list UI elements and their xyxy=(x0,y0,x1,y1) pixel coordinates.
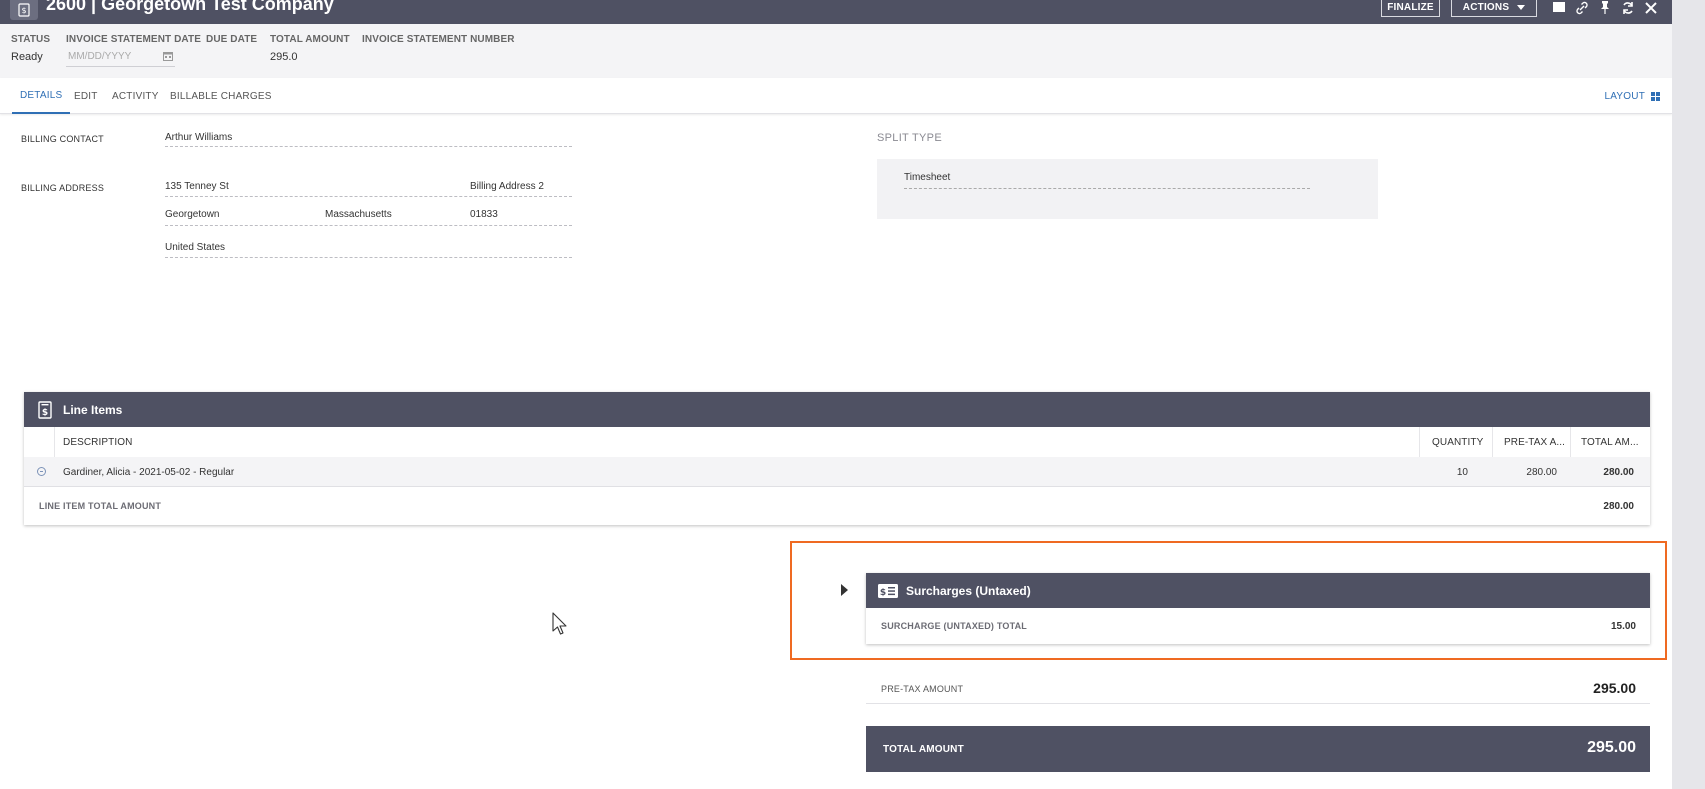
statement-date-field: INVOICE STATEMENT DATE MM/DD/YYYY xyxy=(66,34,201,67)
surcharges-header: $ Surcharges (Untaxed) xyxy=(866,573,1650,608)
line-items-panel: $ Line Items DESCRIPTION QUANTITY PRE-TA… xyxy=(24,392,1650,525)
address-line1-field[interactable]: 135 Tenney St xyxy=(165,181,229,192)
statement-date-placeholder: MM/DD/YYYY xyxy=(68,51,132,62)
address-line2-field[interactable]: Billing Address 2 xyxy=(470,181,544,192)
line-items-header: $ Line Items xyxy=(24,392,1650,427)
tab-details[interactable]: DETAILS xyxy=(12,78,71,114)
split-type-box: Timesheet xyxy=(877,159,1378,219)
pin-icon[interactable] xyxy=(1597,0,1613,16)
close-icon[interactable] xyxy=(1643,0,1659,16)
line-item-total-value: 280.00 xyxy=(1603,501,1634,512)
column-header-pretax[interactable]: PRE-TAX A... xyxy=(1504,427,1565,457)
split-type-underline xyxy=(904,188,1310,189)
statement-date-input[interactable]: MM/DD/YYYY xyxy=(66,49,175,67)
line-item-total-row: LINE ITEM TOTAL AMOUNT 280.00 xyxy=(24,487,1650,525)
scroll-gutter xyxy=(1672,0,1705,789)
actions-label: ACTIONS xyxy=(1462,2,1510,13)
zip-field[interactable]: 01833 xyxy=(470,209,498,220)
title-bar: $ 2600 | Georgetown Test Company FINALIZ… xyxy=(0,0,1672,24)
due-date-label: DUE DATE xyxy=(206,34,258,45)
tab-activity[interactable]: ACTIVITY xyxy=(104,78,167,114)
mouse-cursor-icon xyxy=(552,612,568,636)
column-header-total[interactable]: TOTAL AM... xyxy=(1581,427,1639,457)
total-amount-bar: TOTAL AMOUNT 295.00 xyxy=(866,726,1650,772)
layout-button[interactable]: LAYOUT xyxy=(1605,78,1660,114)
billing-contact-label: BILLING CONTACT xyxy=(21,134,104,144)
column-divider xyxy=(54,427,55,457)
invoice-header: STATUS Ready INVOICE STATEMENT DATE MM/D… xyxy=(0,24,1672,78)
address-line1-underline xyxy=(165,196,572,197)
table-row[interactable]: Gardiner, Alicia - 2021-05-02 - Regular … xyxy=(24,457,1650,487)
row-pretax: 280.00 xyxy=(1526,466,1557,478)
statement-date-label: INVOICE STATEMENT DATE xyxy=(66,34,201,45)
country-underline xyxy=(165,257,572,258)
link-icon[interactable] xyxy=(1574,0,1590,16)
line-items-title: Line Items xyxy=(63,402,123,417)
caret-right-icon[interactable] xyxy=(841,584,848,596)
layout-label: LAYOUT xyxy=(1604,90,1645,102)
surcharges-panel: $ Surcharges (Untaxed) SURCHARGE (UNTAXE… xyxy=(866,573,1650,644)
statement-number-label: INVOICE STATEMENT NUMBER xyxy=(362,34,515,45)
billing-address-label: BILLING ADDRESS xyxy=(21,183,105,193)
tab-edit[interactable]: EDIT xyxy=(66,78,106,114)
status-label: STATUS xyxy=(11,34,51,45)
refresh-icon[interactable] xyxy=(1620,0,1636,16)
billing-contact-field[interactable]: Arthur Williams xyxy=(165,132,232,143)
column-divider xyxy=(1419,427,1420,457)
column-header-description[interactable]: DESCRIPTION xyxy=(63,427,132,457)
column-divider xyxy=(1492,427,1493,457)
expand-row-icon[interactable] xyxy=(37,467,46,476)
grid-icon xyxy=(1651,91,1660,101)
chevron-down-icon xyxy=(1517,5,1526,10)
row-total: 280.00 xyxy=(1603,466,1634,478)
country-field[interactable]: United States xyxy=(165,242,225,253)
statement-number-field: INVOICE STATEMENT NUMBER xyxy=(362,34,515,51)
total-amount-field: TOTAL AMOUNT 295.0 xyxy=(270,34,350,63)
finalize-button[interactable]: FINALIZE xyxy=(1381,0,1440,17)
line-item-total-label: LINE ITEM TOTAL AMOUNT xyxy=(39,501,162,511)
pretax-amount-label: PRE-TAX AMOUNT xyxy=(881,684,964,694)
row-description: Gardiner, Alicia - 2021-05-02 - Regular xyxy=(63,466,235,478)
due-date-field: DUE DATE xyxy=(206,34,257,51)
state-field[interactable]: Massachusetts xyxy=(325,209,392,220)
split-type-label: SPLIT TYPE xyxy=(877,132,942,144)
invoice-icon: $ xyxy=(10,0,38,20)
invoice-icon: $ xyxy=(36,400,54,420)
row-quantity: 10 xyxy=(1456,466,1468,478)
status-value: Ready xyxy=(11,51,43,63)
money-list-icon: $ xyxy=(878,581,898,601)
svg-text:$: $ xyxy=(21,6,26,15)
total-amount-bar-value: 295.00 xyxy=(1587,739,1636,756)
window-title: 2600 | Georgetown Test Company xyxy=(46,0,334,14)
billing-contact-underline xyxy=(165,146,572,147)
tab-billable-charges[interactable]: BILLABLE CHARGES xyxy=(162,78,280,114)
tab-bar: DETAILS EDIT ACTIVITY BILLABLE CHARGES L… xyxy=(0,78,1672,114)
total-amount-value: 295.0 xyxy=(270,51,298,63)
surcharge-total-label: SURCHARGE (UNTAXED) TOTAL xyxy=(881,621,1027,631)
column-header-quantity[interactable]: QUANTITY xyxy=(1432,427,1483,457)
split-type-value[interactable]: Timesheet xyxy=(904,172,950,183)
status-field: STATUS Ready xyxy=(11,34,50,63)
surcharge-total-value: 15.00 xyxy=(1610,621,1636,632)
city-underline xyxy=(165,225,572,226)
column-divider xyxy=(1570,427,1571,457)
svg-text:$: $ xyxy=(880,588,886,598)
actions-button[interactable]: ACTIONS xyxy=(1451,0,1537,17)
pretax-amount-row: PRE-TAX AMOUNT 295.00 xyxy=(866,680,1650,704)
city-field[interactable]: Georgetown xyxy=(165,209,219,220)
total-amount-bar-label: TOTAL AMOUNT xyxy=(883,744,964,755)
surcharge-total-row: SURCHARGE (UNTAXED) TOTAL 15.00 xyxy=(866,608,1650,644)
pretax-amount-value: 295.00 xyxy=(1593,680,1636,696)
calendar-icon[interactable] xyxy=(163,51,173,64)
surcharges-title: Surcharges (Untaxed) xyxy=(906,583,1031,598)
total-amount-label: TOTAL AMOUNT xyxy=(270,34,350,45)
window-icon[interactable] xyxy=(1551,0,1567,16)
svg-text:$: $ xyxy=(42,408,48,418)
